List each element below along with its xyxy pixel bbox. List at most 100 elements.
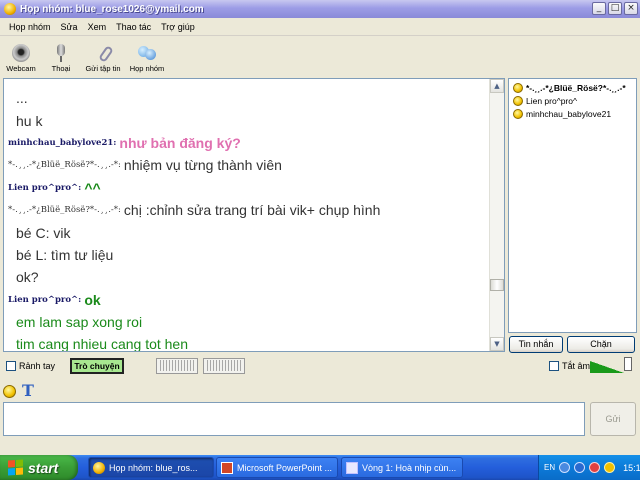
chat-line: bé L: tìm tư liệu xyxy=(8,244,490,266)
member-name: *-.¸¸.-*¿Blüë_Rösë?*-.¸¸.-* xyxy=(526,82,626,93)
taskbar-item-label: Vòng 1: Hoà nhịp cùn... xyxy=(362,462,457,473)
paperclip-icon xyxy=(98,45,114,63)
minimize-button[interactable]: _ xyxy=(592,2,606,15)
taskbar-item-browser[interactable]: Vòng 1: Hoà nhịp cùn... xyxy=(341,457,463,478)
menu-item-hop-nhom[interactable]: Họp nhóm xyxy=(4,22,56,32)
smiley-icon xyxy=(513,108,523,119)
message-sender: Lien pro^pro^: xyxy=(8,182,82,193)
messenger-icon xyxy=(4,3,16,15)
toolbar: Webcam Thoại Gửi tập tin Họp nhóm xyxy=(0,37,640,75)
chat-line: minhchau_babylove21: như bản đăng ký? xyxy=(8,132,490,154)
mute-checkbox[interactable] xyxy=(549,361,559,371)
webcam-icon xyxy=(12,44,30,62)
chat-line: bé C: vik xyxy=(8,221,490,243)
chat-line: Lien pro^pro^: ok xyxy=(8,289,490,311)
message-text: ok xyxy=(84,291,101,308)
chat-scrollbar[interactable]: ▲ ▼ xyxy=(489,79,504,351)
scroll-thumb[interactable] xyxy=(490,279,504,291)
chat-line: em lam sap xong roi xyxy=(8,311,490,333)
windows-logo-icon xyxy=(8,459,23,476)
send-file-label: Gửi tập tin xyxy=(85,64,121,73)
system-tray: EN 15:17 xyxy=(538,455,640,480)
menu-item-sua[interactable]: Sửa xyxy=(56,22,83,32)
hands-free-checkbox[interactable] xyxy=(6,361,16,371)
conference-button[interactable]: Họp nhóm xyxy=(128,39,166,75)
message-input[interactable] xyxy=(3,402,585,436)
taskbar-item-label: Họp nhóm: blue_ros... xyxy=(109,462,198,473)
message-text: chị :chỉnh sửa trang trí bài vik+ chụp h… xyxy=(123,202,381,219)
maximize-button[interactable]: □ xyxy=(608,2,622,15)
send-file-button[interactable]: Gửi tập tin xyxy=(84,39,122,75)
message-text: ... xyxy=(16,90,28,107)
message-text: em lam sap xong roi xyxy=(16,314,143,331)
member-name: Lien pro^pro^ xyxy=(526,95,577,106)
start-label: start xyxy=(28,459,59,476)
message-sender: *-.¸¸.-*¿Blüë_Rösë?*-.¸¸.-*: xyxy=(8,160,121,171)
messenger-tray-icon[interactable] xyxy=(604,462,616,473)
chat-line: *-.¸¸.-*¿Blüë_Rösë?*-.¸¸.-*: nhiệm vụ từ… xyxy=(8,154,490,176)
group-icon xyxy=(138,44,156,62)
member-item[interactable]: minhchau_babylove21 xyxy=(513,107,632,120)
menu-item-xem[interactable]: Xem xyxy=(83,22,112,32)
emoticon-icon[interactable] xyxy=(3,384,16,398)
voice-status-bar: Rảnh tay Trò chuyện Tắt âm xyxy=(0,355,640,377)
menu-item-tro-giup[interactable]: Trợ giúp xyxy=(156,22,200,32)
level-bars xyxy=(207,360,241,371)
webcam-button[interactable]: Webcam xyxy=(4,39,38,75)
voice-label: Thoại xyxy=(51,64,71,73)
title-bar[interactable]: Họp nhóm: blue_rose1026@ymail.com _ □ × xyxy=(0,0,640,18)
member-item[interactable]: *-.¸¸.-*¿Blüë_Rösë?*-.¸¸.-* xyxy=(513,81,632,94)
font-icon[interactable]: T xyxy=(22,383,34,399)
block-button[interactable]: Chặn xyxy=(567,336,635,353)
chat-line: tim cang nhieu cang tot hen xyxy=(8,333,490,352)
member-list: *-.¸¸.-*¿Blüë_Rösë?*-.¸¸.-* Lien pro^pro… xyxy=(508,78,637,333)
chat-tab[interactable]: Trò chuyện xyxy=(70,358,124,374)
conference-label: Họp nhóm xyxy=(129,64,165,73)
chat-line: Lien pro^pro^: ^^ xyxy=(8,177,490,199)
smiley-icon xyxy=(513,95,523,106)
volume-slider[interactable] xyxy=(590,361,624,373)
chat-line: ok? xyxy=(8,266,490,288)
browser-icon xyxy=(346,461,358,474)
menu-bar: Họp nhóm Sửa Xem Thao tác Trợ giúp xyxy=(0,18,640,36)
chat-line: *-.¸¸.-*¿Blüë_Rösë?*-.¸¸.-*: chị :chỉnh … xyxy=(8,199,490,221)
close-button[interactable]: × xyxy=(624,2,638,15)
scroll-up-arrow[interactable]: ▲ xyxy=(490,79,504,93)
message-text: bé L: tìm tư liệu xyxy=(16,246,114,263)
message-sender: minhchau_babylove21: xyxy=(8,137,117,148)
level-bars xyxy=(160,360,194,371)
taskbar: start Họp nhóm: blue_ros... Microsoft Po… xyxy=(0,455,640,480)
language-indicator[interactable]: EN xyxy=(544,463,555,472)
microphone-icon xyxy=(52,44,70,62)
taskbar-item-messenger[interactable]: Họp nhóm: blue_ros... xyxy=(88,457,214,478)
powerpoint-icon xyxy=(221,461,233,474)
window-title: Họp nhóm: blue_rose1026@ymail.com xyxy=(20,3,204,15)
member-item[interactable]: Lien pro^pro^ xyxy=(513,94,632,107)
message-text: hu k xyxy=(16,112,43,129)
send-button[interactable]: Gửi xyxy=(590,402,636,436)
message-text: tim cang nhieu cang tot hen xyxy=(16,336,189,352)
volume-knob[interactable] xyxy=(624,357,632,371)
start-button[interactable]: start xyxy=(0,455,78,480)
security-icon[interactable] xyxy=(589,462,601,473)
message-text: như bản đăng ký? xyxy=(119,134,241,151)
message-text: bé C: vik xyxy=(16,224,71,241)
help-icon[interactable] xyxy=(559,462,571,473)
chat-transcript[interactable]: ... hu k minhchau_babylove21: như bản đă… xyxy=(3,78,505,352)
voice-button[interactable]: Thoại xyxy=(44,39,78,75)
message-text: nhiệm vụ từng thành viên xyxy=(123,157,282,174)
menu-item-thao-tac[interactable]: Thao tác xyxy=(111,22,156,32)
taskbar-item-powerpoint[interactable]: Microsoft PowerPoint ... xyxy=(216,457,338,478)
smiley-icon xyxy=(513,82,523,93)
network-icon[interactable] xyxy=(574,462,586,473)
clock: 15:17 xyxy=(623,462,640,473)
input-level-meter xyxy=(156,358,198,374)
message-button[interactable]: Tin nhắn xyxy=(509,336,563,353)
chat-line: ... xyxy=(8,87,490,109)
message-text: ^^ xyxy=(84,179,101,196)
message-text: ok? xyxy=(16,269,39,286)
message-sender: *-.¸¸.-*¿Blüë_Rösë?*-.¸¸.-*: xyxy=(8,205,121,216)
scroll-down-arrow[interactable]: ▼ xyxy=(490,337,504,351)
mute-label: Tắt âm xyxy=(562,361,591,371)
chat-messages: ... hu k minhchau_babylove21: như bản đă… xyxy=(4,79,490,352)
